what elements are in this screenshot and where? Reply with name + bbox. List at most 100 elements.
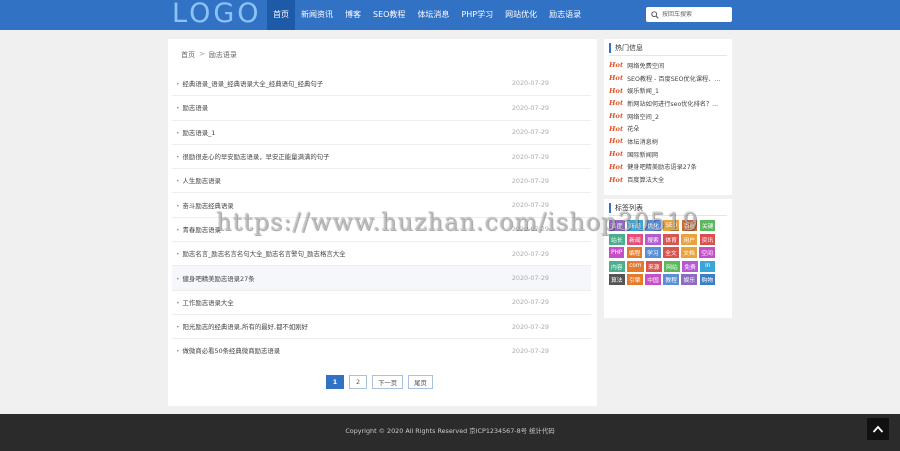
hot-item-link[interactable]: 新网站如何进行seo优化排名？... bbox=[627, 99, 718, 108]
nav-item[interactable]: 励志语录 bbox=[543, 0, 587, 30]
article-title-link[interactable]: 工作励志语录大全 bbox=[176, 298, 234, 307]
nav-item[interactable]: 网站优化 bbox=[499, 0, 543, 30]
tag-link[interactable]: 关键 bbox=[699, 220, 716, 231]
breadcrumb-separator: > bbox=[199, 50, 205, 58]
tag-link[interactable]: 文档 bbox=[681, 247, 697, 258]
article-title-link[interactable]: 励志语录 bbox=[176, 103, 209, 112]
nav-item[interactable]: 体坛消息 bbox=[411, 0, 455, 30]
tag-link[interactable]: PHP bbox=[609, 247, 625, 258]
nav-item[interactable]: 首页 bbox=[267, 0, 295, 30]
article-title-link[interactable]: 奋斗励志经典语录 bbox=[176, 201, 234, 210]
tag-link[interactable]: 全文 bbox=[663, 247, 679, 258]
next-page-button[interactable]: 下一页 bbox=[372, 375, 404, 389]
article-title-link[interactable]: 很励很走心的早安励志语录，早安正能量满满的句子 bbox=[176, 152, 330, 161]
tag-link[interactable]: in bbox=[700, 260, 716, 272]
tag-link[interactable]: 空间 bbox=[699, 247, 715, 258]
tag-link[interactable]: 内容 bbox=[609, 260, 625, 272]
tag-link[interactable]: 免费 bbox=[682, 260, 698, 272]
article-title-link[interactable]: 励志名言_励志名言名句大全_励志名言警句_励志格言大全 bbox=[176, 249, 346, 258]
search-icon bbox=[651, 10, 659, 19]
tag-link[interactable]: 教程 bbox=[663, 274, 679, 285]
hot-item-link[interactable]: 网络空间_2 bbox=[627, 112, 659, 121]
hot-badge: Hot bbox=[609, 137, 624, 146]
tag-link[interactable]: 百度 bbox=[609, 220, 625, 231]
tag-link[interactable]: 来源 bbox=[646, 260, 662, 272]
breadcrumb-home[interactable]: 首页 bbox=[181, 50, 195, 60]
article-title-link[interactable]: 人生励志语录 bbox=[176, 176, 221, 185]
article-date: 2020-07-29 bbox=[511, 249, 549, 258]
tag-link[interactable]: 用户 bbox=[681, 233, 698, 245]
hot-item-link[interactable]: 娱乐新闻_1 bbox=[627, 86, 659, 95]
tag-link[interactable]: 编程 bbox=[626, 247, 643, 258]
nav-item[interactable]: PHP学习 bbox=[455, 0, 499, 30]
article-date: 2020-07-29 bbox=[511, 274, 549, 283]
page-current[interactable]: 1 bbox=[326, 375, 344, 389]
hot-list-item[interactable]: Hot 新网站如何进行seo优化排名？... bbox=[609, 97, 729, 110]
page-2[interactable]: 2 bbox=[349, 375, 367, 389]
nav-item[interactable]: SEO教程 bbox=[367, 0, 411, 30]
tag-link[interactable]: 引擎 bbox=[627, 274, 643, 285]
tag-link[interactable]: 体育 bbox=[663, 233, 679, 245]
copyright-text: Copyright © 2020 All Rights Reserved 京IC… bbox=[345, 427, 555, 435]
hot-list-item[interactable]: Hot 体坛消息树 bbox=[609, 135, 729, 148]
tag-link[interactable]: 站长 bbox=[609, 233, 625, 245]
nav-item[interactable]: 新闻资讯 bbox=[295, 0, 339, 30]
hot-item-link[interactable]: SEO教程 - 百度SEO优化课程、... bbox=[627, 74, 720, 83]
article-date: 2020-07-29 bbox=[511, 346, 549, 355]
hot-item-link[interactable]: 网络免费空间 bbox=[627, 61, 664, 70]
tag-link[interactable]: 网站 bbox=[664, 260, 680, 272]
article-title-link[interactable]: 做微商必看50条经典微商励志语录 bbox=[176, 346, 281, 355]
hot-item-link[interactable]: 花朵 bbox=[627, 124, 639, 133]
article-date: 2020-07-29 bbox=[511, 201, 549, 210]
divider bbox=[609, 55, 727, 56]
nav-item[interactable]: 博客 bbox=[339, 0, 367, 30]
search-input[interactable] bbox=[662, 11, 730, 18]
hot-list-item[interactable]: Hot SEO教程 - 百度SEO优化课程、... bbox=[609, 72, 729, 85]
hot-list-item[interactable]: Hot 健身吧精美励志语录27条 bbox=[609, 161, 729, 174]
tag-link[interactable]: 新闻 bbox=[627, 220, 643, 231]
hot-list-item[interactable]: Hot 娱乐新闻_1 bbox=[609, 84, 729, 97]
tag-link[interactable]: 学习 bbox=[644, 247, 661, 258]
article-date: 2020-07-29 bbox=[511, 79, 549, 88]
tag-link[interactable]: 百度 bbox=[681, 220, 698, 231]
hot-list-item[interactable]: Hot 百度算法大全 bbox=[609, 173, 729, 186]
list-item: 励志语录_1 2020-07-29 bbox=[172, 119, 591, 144]
hot-item-link[interactable]: 体坛消息树 bbox=[627, 137, 658, 146]
tag-link[interactable]: 购物 bbox=[699, 274, 716, 285]
article-title-link[interactable]: 健身吧精美励志语录27条 bbox=[176, 274, 255, 283]
site-logo[interactable]: LOGO bbox=[172, 0, 262, 30]
tag-list-title: 标签列表 bbox=[609, 203, 643, 213]
tag-link[interactable]: SEO bbox=[663, 220, 680, 231]
tag-link[interactable]: 中国 bbox=[645, 274, 661, 285]
hot-list-item[interactable]: Hot 花朵 bbox=[609, 122, 729, 135]
tag-link[interactable]: 娱乐 bbox=[681, 274, 698, 285]
last-page-button[interactable]: 尾页 bbox=[408, 375, 433, 389]
hot-item-link[interactable]: 健身吧精美励志语录27条 bbox=[627, 162, 697, 171]
tag-link[interactable]: 资讯 bbox=[699, 233, 716, 245]
list-item: 励志名言_励志名言名句大全_励志名言警句_励志格言大全 2020-07-29 bbox=[172, 241, 591, 265]
hot-item-link[interactable]: 国际新闻网 bbox=[627, 150, 658, 159]
breadcrumb-current[interactable]: 励志语录 bbox=[209, 50, 237, 60]
hot-item-link[interactable]: 百度算法大全 bbox=[627, 175, 664, 184]
article-title-link[interactable]: 青春励志语录 bbox=[176, 225, 221, 234]
tag-link[interactable]: 新闻 bbox=[627, 233, 643, 245]
tag-link[interactable]: 算法 bbox=[609, 274, 625, 285]
back-to-top-button[interactable] bbox=[867, 418, 889, 440]
hot-badge: Hot bbox=[609, 61, 624, 70]
article-title-link[interactable]: 经典语录_语录_经典语录大全_经典语句_经典句子 bbox=[176, 79, 324, 88]
article-date: 2020-07-29 bbox=[511, 322, 549, 331]
article-date: 2020-07-29 bbox=[511, 103, 549, 112]
hot-info-panel: 热门信息 Hot 网络免费空间 Hot SEO教程 - 百度SEO优化课程、... Ho… bbox=[604, 39, 732, 195]
article-title-link[interactable]: 励志语录_1 bbox=[176, 128, 216, 137]
article-title-link[interactable]: 阳光励志的经典语录,所有的最好,都不如刚好 bbox=[176, 322, 308, 331]
hot-list-item[interactable]: Hot 网络空间_2 bbox=[609, 110, 729, 123]
tag-link[interactable]: 搜索 bbox=[645, 233, 661, 245]
hot-list-item[interactable]: Hot 国际新闻网 bbox=[609, 148, 729, 161]
tag-link[interactable]: 优化 bbox=[645, 220, 661, 231]
footer: Copyright © 2020 All Rights Reserved 京IC… bbox=[0, 414, 900, 451]
hot-list-item[interactable]: Hot 网络免费空间 bbox=[609, 59, 729, 72]
pagination: 1 2 下一页 尾页 bbox=[326, 375, 433, 389]
list-item: 经典语录_语录_经典语录大全_经典语句_经典句子 2020-07-29 bbox=[172, 71, 591, 95]
tag-link[interactable]: com bbox=[627, 260, 644, 272]
search-box[interactable] bbox=[646, 7, 732, 22]
